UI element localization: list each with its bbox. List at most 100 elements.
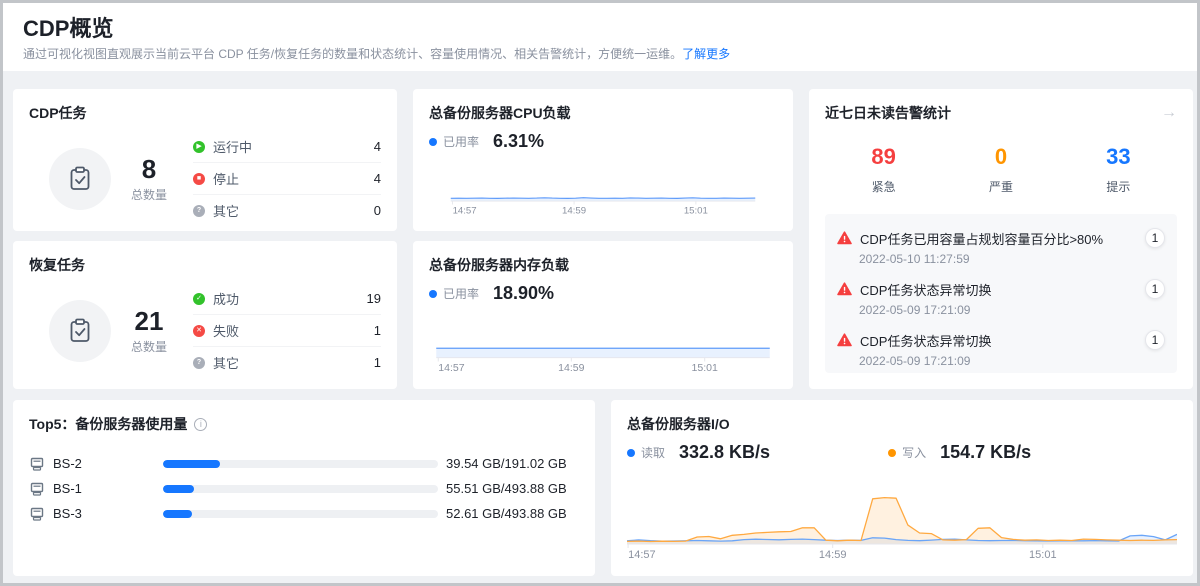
status-row-other: ? 其它 1 [193,347,381,378]
status-value: 4 [374,139,381,154]
learn-more-link[interactable]: 了解更多 [682,47,730,61]
alert-count-badge: 1 [1145,228,1165,248]
stat-critical: 89 紧急 [825,145,942,195]
alert-item-head: CDP任务状态异常切换 1 [837,330,1165,350]
status-label: 停止 [213,169,374,188]
io-card-title: 总备份服务器I/O [627,416,1177,432]
task-icon-circle [49,300,111,362]
server-name: BS-2 [53,456,163,471]
alert-list-item[interactable]: CDP任务已用容量占规划容量百分比>80% 1 2022-05-10 11:27… [837,228,1165,266]
restore-tasks-card-title: 恢复任务 [29,257,381,273]
legend-dot-icon [429,138,437,146]
usage-progress-fill [163,510,192,518]
alert-item-title: CDP任务状态异常切换 [860,331,1145,350]
status-value: 1 [374,323,381,338]
io-write-value: 154.7 KB/s [940,442,1031,463]
restore-tasks-card: 恢复任务 21 总数量 ✓ [13,241,397,389]
usage-progress-bar [163,510,438,518]
clipboard-icon [66,317,94,345]
dashboard-content: CDP任务 8 总数量 ▶ [3,71,1197,576]
info-icon[interactable]: i [194,418,207,431]
status-value: 4 [374,171,381,186]
alert-stats: 89 紧急 0 严重 33 提示 [825,145,1177,195]
alert-count-badge: 1 [1145,330,1165,350]
restore-tasks-total-value: 21 [131,307,167,335]
usage-progress-bar [163,460,438,468]
status-value: 1 [374,355,381,370]
usage-value: 39.54 GB/191.02 GB [446,456,567,471]
other-icon: ? [193,357,205,369]
cpu-load-value: 6.31% [493,131,544,152]
backup-server-io-card: 总备份服务器I/O 读取 332.8 KB/s 写入 154.7 KB/s 14… [611,400,1193,576]
io-read-label: 读取 [641,444,665,461]
status-row-success: ✓ 成功 19 [193,283,381,315]
alert-item-title: CDP任务已用容量占规划容量百分比>80% [860,229,1145,248]
backup-server-io-chart: 14:5714:5915:01 [627,482,1177,560]
alert-count-badge: 1 [1145,279,1165,299]
other-icon: ? [193,205,205,217]
stat-severe-value: 0 [942,145,1059,169]
alert-item-time: 2022-05-09 17:21:09 [859,354,1165,368]
page-subtitle: 通过可视化视图直观展示当前云平台 CDP 任务/恢复任务的数量和状态统计、容量使… [23,47,1177,62]
legend-dot-icon [627,449,635,457]
cdp-tasks-total-label: 总数量 [131,186,167,203]
stat-notice: 33 提示 [1060,145,1177,195]
io-read-legend: 读取 332.8 KB/s [627,442,770,463]
success-icon: ✓ [193,293,205,305]
alert-list: CDP任务已用容量占规划容量百分比>80% 1 2022-05-10 11:27… [825,214,1177,373]
clipboard-icon [66,165,94,193]
legend-dot-icon [888,449,896,457]
restore-tasks-total: 21 总数量 [131,307,167,355]
status-row-running: ▶ 运行中 4 [193,131,381,163]
memory-load-card: 总备份服务器内存负载 已用率 18.90% 14:5714:5915:01 [413,241,793,389]
task-icon-circle [49,148,111,210]
cpu-load-card: 总备份服务器CPU负载 已用率 6.31% 14:5714:5915:01 [413,89,793,231]
io-legend: 读取 332.8 KB/s 写入 154.7 KB/s [627,442,1177,463]
cpu-load-legend: 已用率 6.31% [429,131,777,152]
server-usage-row: BS-2 39.54 GB/191.02 GB [29,451,579,476]
svg-text:14:57: 14:57 [438,362,464,373]
cdp-tasks-total: 8 总数量 [131,155,167,203]
memory-load-legend: 已用率 18.90% [429,283,777,304]
usage-value: 52.61 GB/493.88 GB [446,506,567,521]
memory-load-chart: 14:5714:5915:01 [429,304,777,373]
status-label: 其它 [213,353,374,372]
stat-critical-label: 紧急 [825,178,942,195]
alert-list-item[interactable]: CDP任务状态异常切换 1 2022-05-09 17:21:09 [837,279,1165,317]
memory-load-legend-label: 已用率 [443,285,479,302]
alert-item-time: 2022-05-09 17:21:09 [859,303,1165,317]
task-cards-column: CDP任务 8 总数量 ▶ [13,89,397,389]
status-label: 成功 [213,289,367,308]
server-icon [29,481,45,497]
cdp-tasks-status-list: ▶ 运行中 4 ■ 停止 4 ? 其它 0 [193,131,381,226]
server-usage-row: BS-1 55.51 GB/493.88 GB [29,476,579,501]
io-write-label: 写入 [902,444,926,461]
memory-load-card-title: 总备份服务器内存负载 [429,257,777,273]
top5-card-title: Top5：备份服务器使用量 [29,416,187,432]
alerts-card-title: 近七日未读告警统计 [825,105,951,121]
status-label: 运行中 [213,137,374,156]
arrow-right-icon[interactable]: → [1161,105,1177,121]
alert-item-head: CDP任务状态异常切换 1 [837,279,1165,299]
running-icon: ▶ [193,141,205,153]
svg-text:14:57: 14:57 [453,205,477,215]
svg-text:15:01: 15:01 [1029,549,1057,560]
alert-item-title: CDP任务状态异常切换 [860,280,1145,299]
status-row-failed: ✕ 失败 1 [193,315,381,347]
status-label: 其它 [213,201,374,220]
status-value: 0 [374,203,381,218]
page-header: CDP概览 通过可视化视图直观展示当前云平台 CDP 任务/恢复任务的数量和状态… [3,3,1197,71]
svg-text:15:01: 15:01 [692,362,718,373]
svg-text:14:57: 14:57 [628,549,656,560]
usage-progress-bar [163,485,438,493]
server-name: BS-3 [53,506,163,521]
alerts-card: 近七日未读告警统计 → 89 紧急 0 严重 33 提示 [809,89,1193,389]
top5-card-header: Top5：备份服务器使用量 i [29,416,579,432]
alert-list-item[interactable]: CDP任务状态异常切换 1 2022-05-09 17:21:09 [837,330,1165,368]
svg-text:14:59: 14:59 [562,205,586,215]
status-label: 失败 [213,321,374,340]
server-icon [29,506,45,522]
cdp-tasks-card: CDP任务 8 总数量 ▶ [13,89,397,231]
warning-icon [837,333,852,347]
top-row: CDP任务 8 总数量 ▶ [13,89,1187,389]
